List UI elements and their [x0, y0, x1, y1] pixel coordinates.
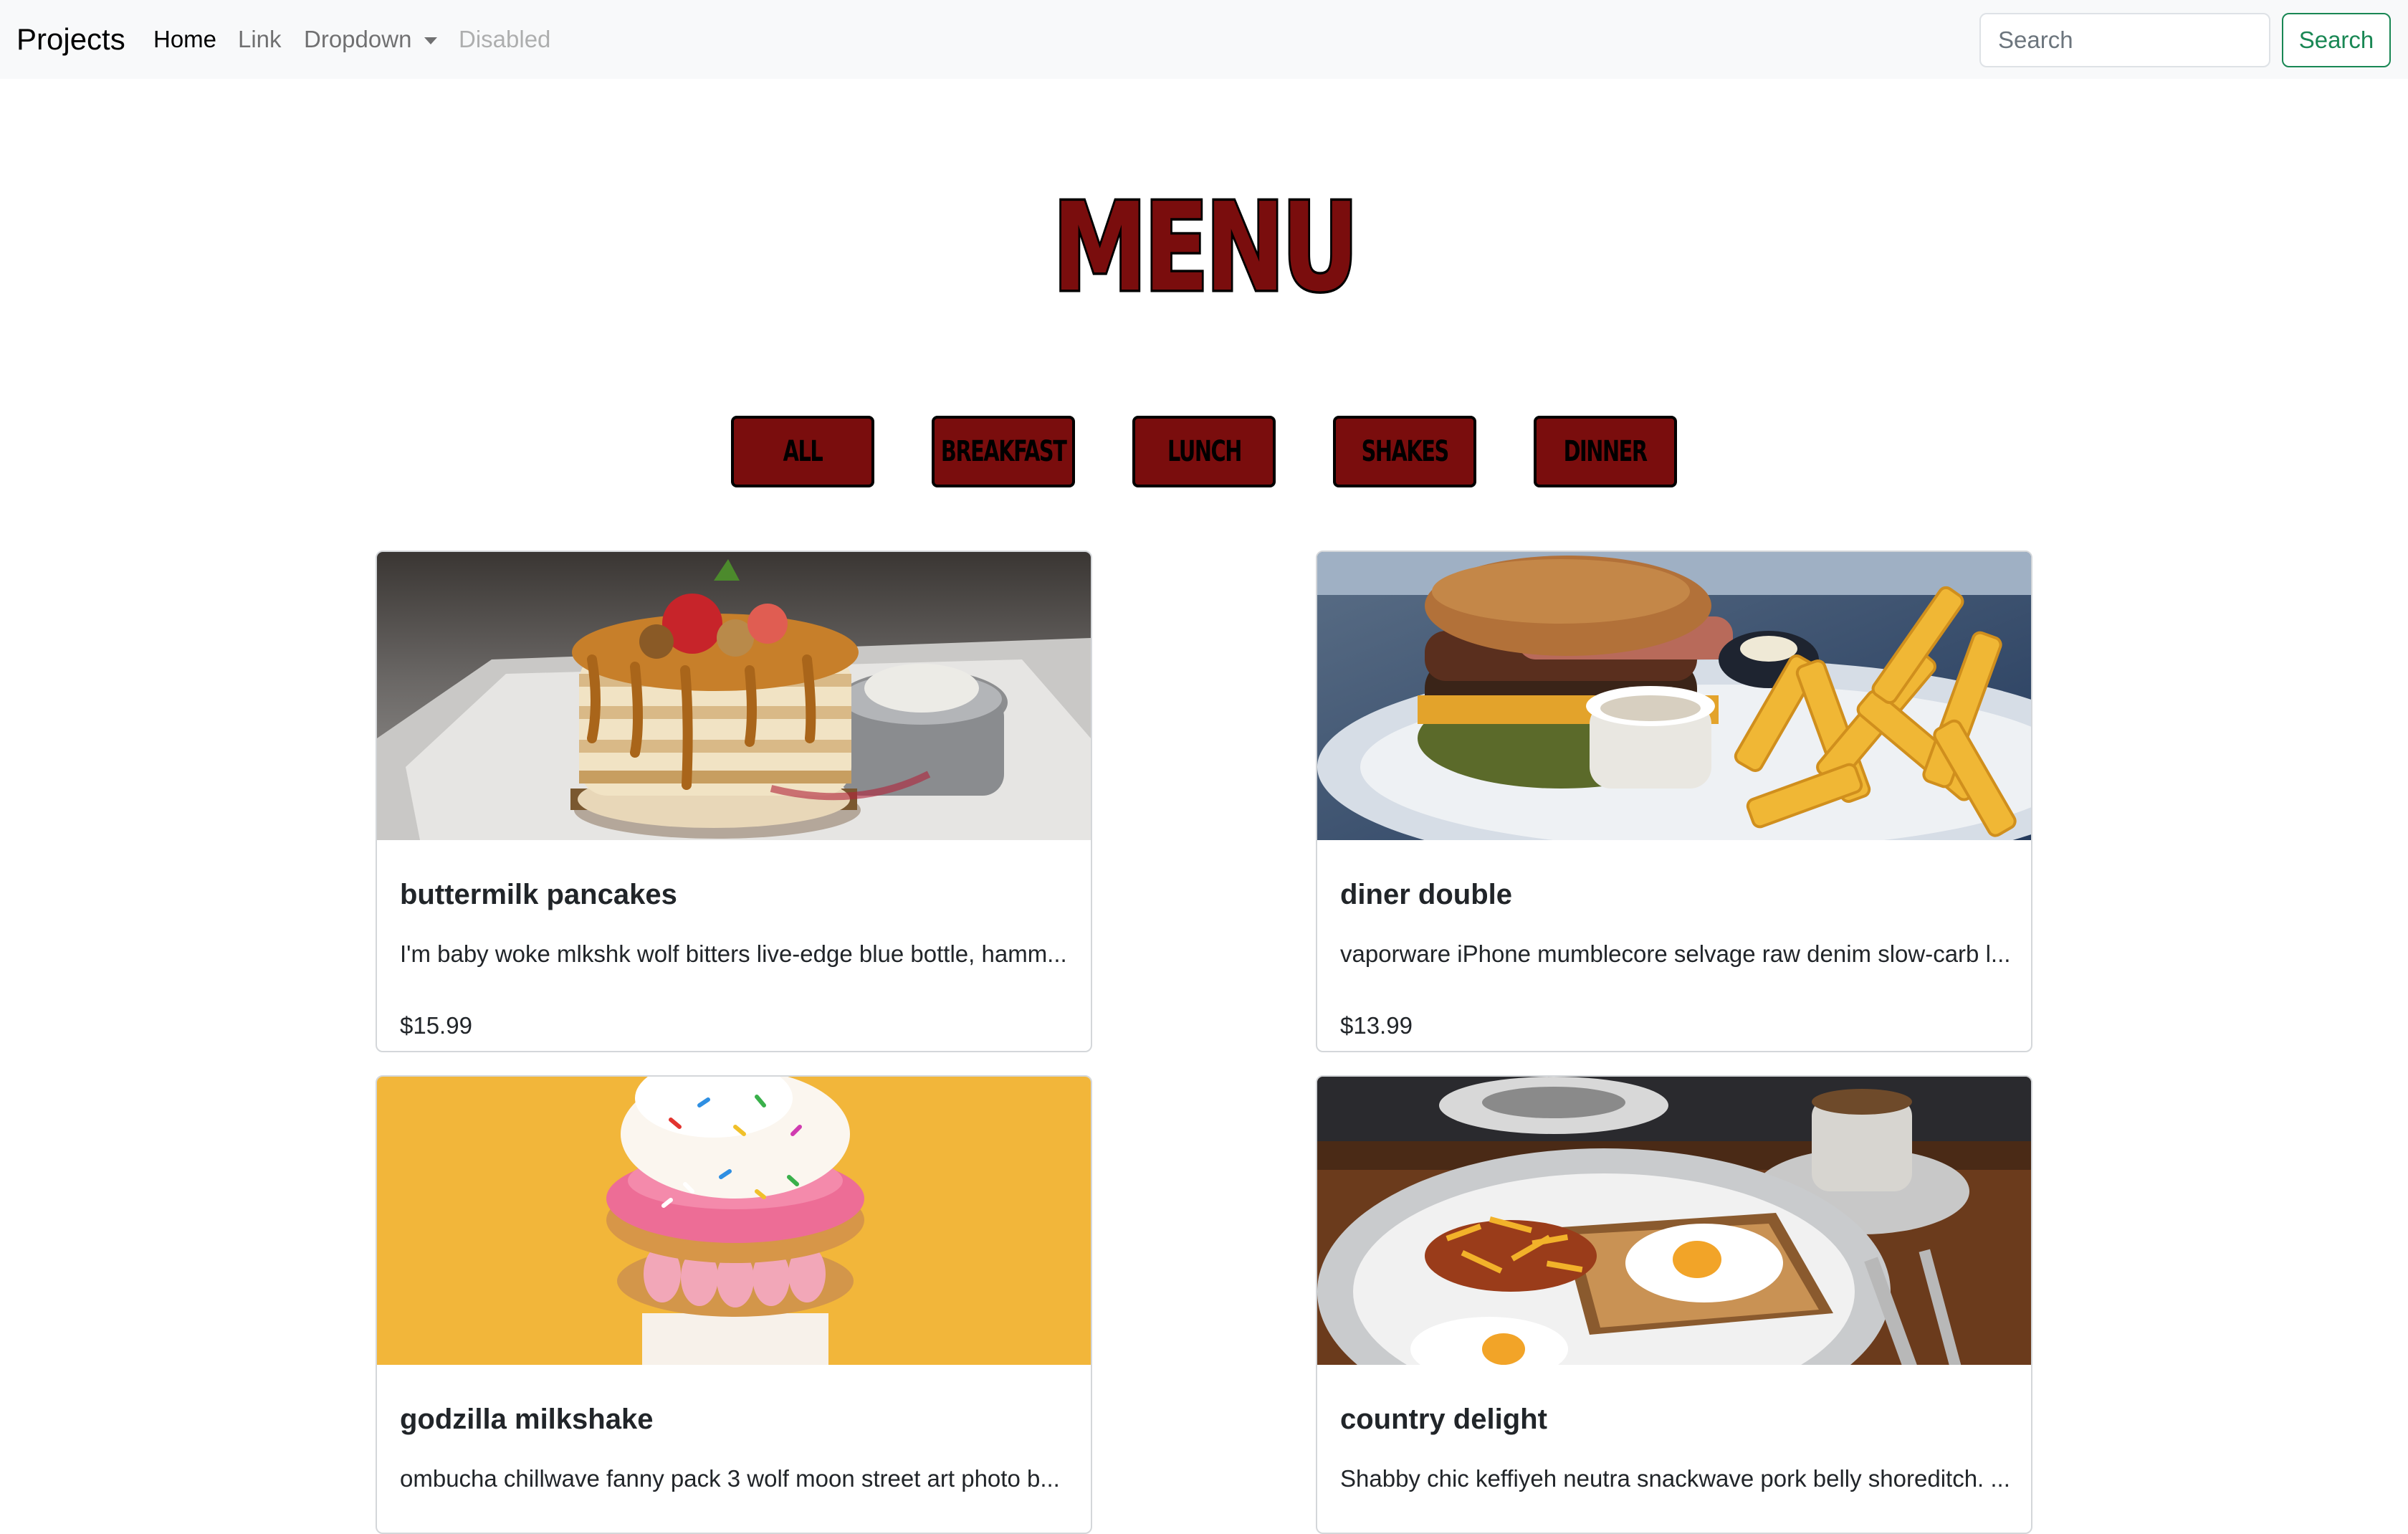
filter-all-label: ALL [783, 435, 823, 468]
navbar-brand[interactable]: Projects [16, 22, 125, 57]
search-input[interactable] [1979, 13, 2270, 67]
menu-card: godzilla milkshake ombucha chillwave fan… [376, 1075, 1092, 1534]
card-title: diner double [1340, 879, 1512, 910]
pancakes-photo [377, 552, 1091, 840]
nav-link-home[interactable]: Home [153, 24, 216, 54]
nav-dropdown-toggle[interactable]: Dropdown [304, 24, 411, 54]
filter-dinner-label: DINNER [1563, 435, 1648, 468]
chevron-down-icon [424, 37, 437, 44]
card-title: country delight [1340, 1404, 1547, 1435]
menu-card: diner double vaporware iPhone mumblecore… [1316, 551, 2032, 1052]
card-description: Shabby chic keffiyeh neutra snackwave po… [1340, 1465, 2010, 1492]
filter-shakes-label: SHAKES [1361, 435, 1449, 468]
card-description: vaporware iPhone mumblecore selvage raw … [1340, 940, 2011, 967]
burger-photo [1317, 552, 2031, 840]
menu-card: buttermilk pancakes I'm baby woke mlkshk… [376, 551, 1092, 1052]
nav-link-link[interactable]: Link [238, 24, 282, 54]
card-price: $15.99 [400, 1012, 472, 1039]
card-title: godzilla milkshake [400, 1404, 654, 1435]
milkshake-photo [377, 1077, 1091, 1365]
filter-lunch-button[interactable]: LUNCH [1132, 416, 1276, 487]
card-description: ombucha chillwave fanny pack 3 wolf moon… [400, 1465, 1060, 1492]
card-title: buttermilk pancakes [400, 879, 677, 910]
card-description: I'm baby woke mlkshk wolf bitters live-e… [400, 940, 1067, 967]
card-price: $13.99 [1340, 1012, 1413, 1039]
filter-shakes-button[interactable]: SHAKES [1333, 416, 1476, 487]
nav-link-disabled: Disabled [459, 26, 551, 52]
filter-breakfast-button[interactable]: BREAKFAST [932, 416, 1075, 487]
filter-all-button[interactable]: ALL [731, 416, 874, 487]
menu-card: country delight Shabby chic keffiyeh neu… [1316, 1075, 2032, 1534]
navbar: Projects Home Link Dropdown Disabled Sea… [0, 0, 2408, 79]
filter-lunch-label: LUNCH [1167, 435, 1242, 468]
filter-dinner-button[interactable]: DINNER [1534, 416, 1677, 487]
search-button[interactable]: Search [2282, 13, 2391, 67]
filter-breakfast-label: BREAKFAST [940, 435, 1067, 468]
breakfast-plate-photo [1317, 1077, 2031, 1365]
page-title: MENU [1051, 175, 1361, 322]
